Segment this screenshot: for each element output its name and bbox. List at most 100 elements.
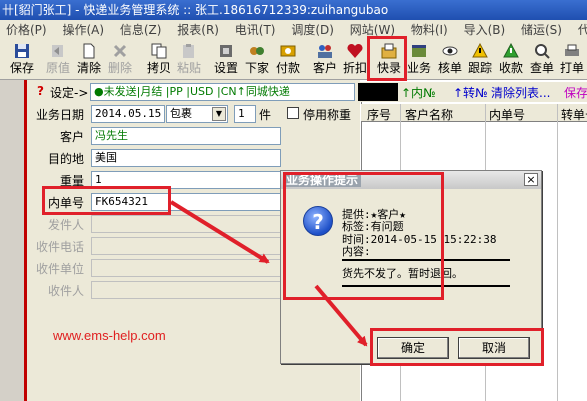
menu-website[interactable]: 网站(W) [344,20,401,38]
paste-icon [183,44,194,58]
business-date-label: 业务日期 [35,108,84,122]
grid-col-seq[interactable]: 序号 [367,106,391,121]
customer-button[interactable]: 客户 [312,42,338,78]
menu-import[interactable]: 导入(B) [458,20,512,38]
settings-button[interactable]: 设置 [213,42,239,78]
menu-report[interactable]: 报表(R) [171,20,225,38]
verify-icon [442,46,458,56]
receiver-company-label: 收件单位 [35,262,84,276]
ok-button[interactable]: 确定 [377,337,449,359]
customer-field[interactable]: 冯先生 [91,127,281,145]
clear-list-link[interactable]: 清除列表... [491,84,550,101]
menu-bar: 价格(P) 操作(A) 信息(Z) 报表(R) 电讯(T) 调度(D) 网站(W… [0,20,587,40]
package-type-value: 包裹 [170,107,192,120]
save-button[interactable]: 保存 [9,42,35,78]
toolbar: 保存 原值 清除 删除 拷贝 粘贴 设置 下家 付款 客户 折扣 快录 业务 核… [0,40,587,80]
revert-button[interactable]: 原值 [45,42,71,78]
track-label: 跟踪 [467,61,492,75]
track-icon [472,43,488,58]
menu-telecom[interactable]: 电讯(T) [229,20,282,38]
dialog-title: 业务操作提示 [283,173,362,187]
dialog-message: 货先不发了。暂时退回。 [342,267,463,280]
business-label: 业务 [406,61,431,75]
dialog-titlebar: 业务操作提示 [281,171,541,189]
verify-button[interactable]: 核单 [437,42,463,78]
dialog-line-tag: 标签:有问题 [342,220,404,233]
help-icon[interactable]: ? [37,84,44,98]
menu-operation[interactable]: 操作(A) [56,20,110,38]
status-unsent: ●未发送 [94,85,137,98]
track-button[interactable]: 跟踪 [467,42,493,78]
dialog-separator [342,285,510,287]
pieces-field[interactable]: 1 [234,105,256,123]
customer-label: 客户 [312,61,337,75]
dialog-line-content: 内容: [342,245,371,258]
copy-button[interactable]: 拷贝 [146,42,172,78]
cancel-button[interactable]: 取消 [458,337,530,359]
transfer-no-link[interactable]: ↑转№ [453,84,488,101]
close-icon[interactable]: × [524,173,538,186]
paste-button[interactable]: 粘贴 [176,42,202,78]
clear-button[interactable]: 清除 [76,42,102,78]
package-type-select[interactable]: 包裹 ▼ [166,105,228,123]
status-options: |月结 |PP |USD |CN↑同城快递 [136,85,290,98]
print-label: 打单 [559,61,584,75]
next-party-label: 下家 [244,61,269,75]
save-icon [15,44,29,58]
discount-icon [347,43,363,58]
inner-no-field[interactable]: FK654321 [91,193,281,211]
pieces-unit: 件 [259,108,272,122]
menu-agent[interactable]: 代理 [572,20,587,38]
next-party-button[interactable]: 下家 [244,42,270,78]
payment-button[interactable]: 付款 [275,42,301,78]
receiver-company-field[interactable] [91,259,281,277]
sender-field[interactable] [91,215,281,233]
watermark: www.ems-help.com [53,328,166,343]
disable-scale-label: 停用称重 [303,108,352,122]
inner-no-link[interactable]: ↑内№ [401,84,436,101]
revert-label: 原值 [45,61,70,75]
query-button[interactable]: 查单 [529,42,555,78]
status-box: ●未发送|月结 |PP |USD |CN↑同城快递 [90,83,355,101]
delete-button[interactable]: 删除 [107,42,133,78]
disable-scale-checkbox[interactable] [287,107,299,119]
grid-col-customer[interactable]: 客户名称 [405,106,453,121]
query-icon [535,44,550,59]
receive-button[interactable]: 收款 [498,42,524,78]
weight-field[interactable]: 1 [91,171,281,189]
destination-field[interactable]: 美国 [91,149,281,167]
print-button[interactable]: 打单 [559,42,585,78]
quick-entry-icon [381,43,397,59]
receive-label: 收款 [498,61,523,75]
business-date-field[interactable]: 2014.05.15 [91,105,165,123]
menu-dispatch[interactable]: 调度(D) [285,20,340,38]
window-title: 卄[貂门张工] - 快递业务管理系统 :: 张工.18616712339:zui… [0,0,587,20]
menu-storage[interactable]: 储运(S) [515,20,568,38]
menu-info[interactable]: 信息(Z) [114,20,168,38]
settings-icon [220,45,232,57]
receive-icon [503,43,519,58]
query-label: 查单 [529,61,554,75]
discount-button[interactable]: 折扣 [342,42,368,78]
receiver-label: 收件人 [47,284,84,298]
receiver-field[interactable] [91,281,281,299]
grid-header: 序号 客户名称 内单号 转单号 [361,104,587,122]
menu-price[interactable]: 价格(P) [0,20,53,38]
business-icon [412,45,426,57]
receiver-phone-field[interactable] [91,237,281,255]
copy-icon [151,43,167,59]
grid-col-transfer-no[interactable]: 转单号 [561,106,587,121]
grid-col-inner-no[interactable]: 内单号 [489,106,525,121]
save-link[interactable]: 保存 [564,84,587,101]
dialog-separator [342,259,510,261]
settings-label[interactable]: 设定-> [50,84,88,101]
quick-entry-button[interactable]: 快录 [376,42,402,78]
top-strip: ? 设定-> ●未发送|月结 |PP |USD |CN↑同城快递 ↑内№ ↑转№… [28,82,587,102]
print-icon [565,44,579,56]
business-button[interactable]: 业务 [406,42,432,78]
discount-label: 折扣 [342,61,367,75]
menu-materials[interactable]: 物料(I) [405,20,454,38]
customer-label: 客户 [59,130,84,144]
left-panel [0,80,27,401]
revert-icon [52,45,63,57]
